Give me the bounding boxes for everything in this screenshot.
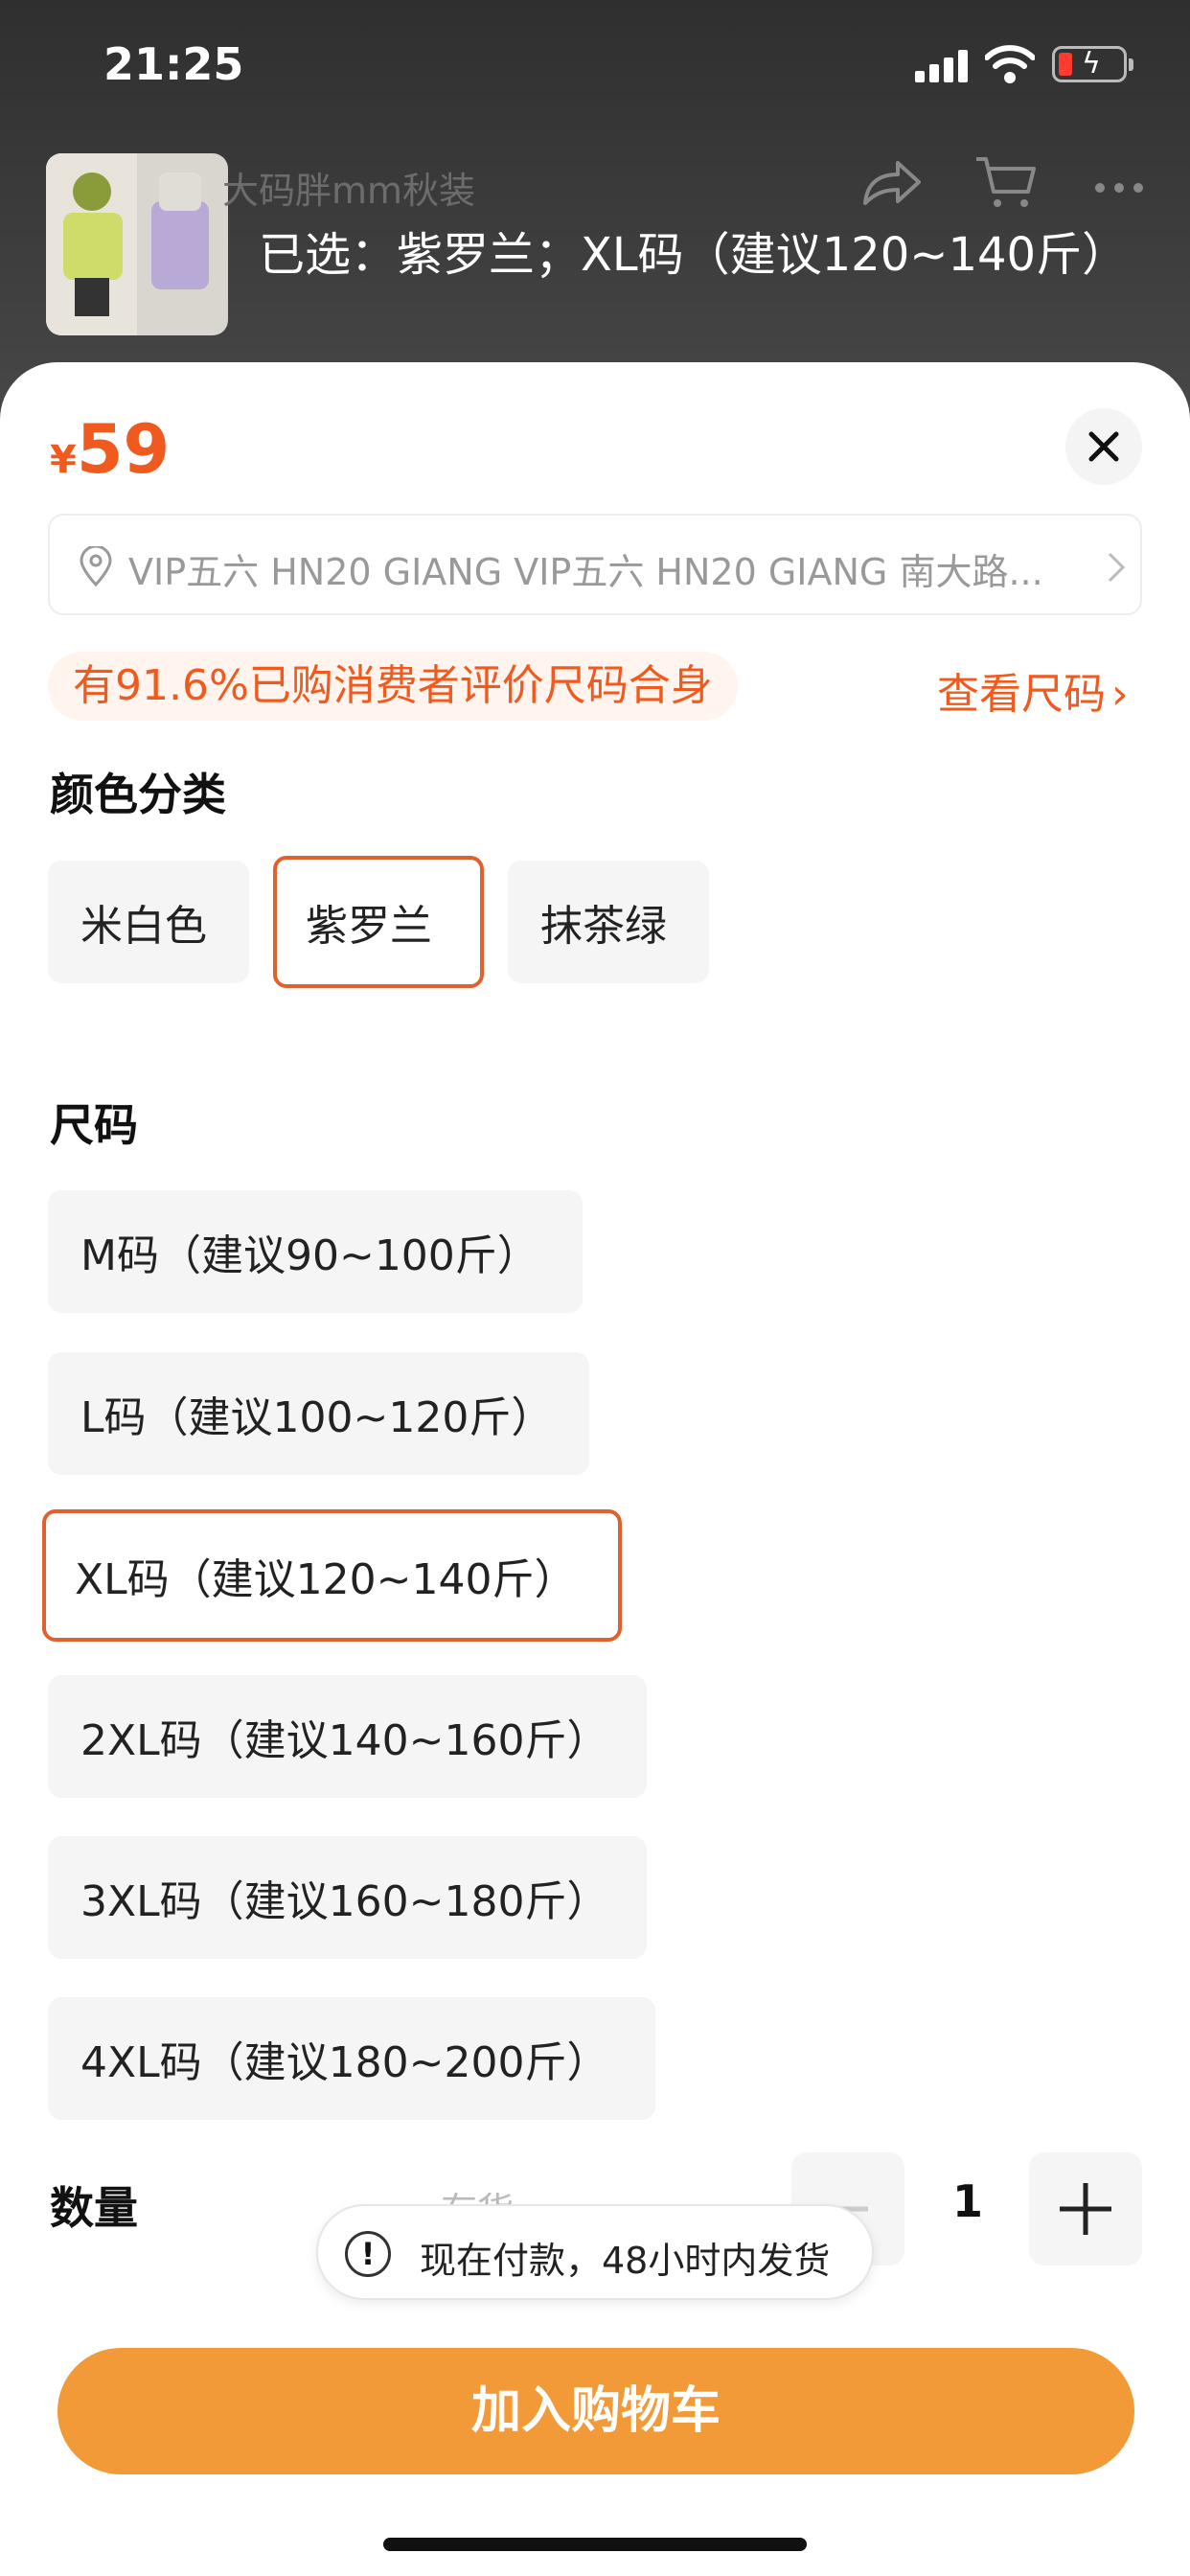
chevron-right-icon: › bbox=[1111, 670, 1129, 719]
size-option-l[interactable]: L码（建议100~120斤） bbox=[48, 1352, 589, 1475]
quantity-label: 数量 bbox=[50, 2182, 138, 2234]
close-button[interactable] bbox=[1065, 408, 1142, 485]
home-indicator bbox=[383, 2538, 807, 2551]
color-option-matcha[interactable]: 抹茶绿 bbox=[508, 861, 709, 983]
price-value: 59 bbox=[76, 410, 171, 489]
status-time: 21:25 bbox=[103, 38, 244, 90]
quantity-increase-button[interactable] bbox=[1029, 2152, 1142, 2266]
battery-icon: ϟ bbox=[1052, 46, 1133, 82]
shipping-notice-toast: ! 现在付款，48小时内发货 bbox=[316, 2204, 874, 2300]
color-option-offwhite[interactable]: 米白色 bbox=[48, 861, 249, 983]
status-bar: 21:25 ϟ bbox=[0, 0, 1190, 134]
product-title-background: 大码胖mm秋装 bbox=[222, 170, 476, 212]
add-to-cart-button[interactable]: 加入购物车 bbox=[57, 2348, 1134, 2474]
size-option-4xl[interactable]: 4XL码（建议180~200斤） bbox=[48, 1997, 655, 2120]
wifi-icon bbox=[985, 45, 1035, 83]
product-thumbnail[interactable] bbox=[46, 153, 228, 335]
sku-selection-sheet: ¥59 VIP五六 HN20 GIANG VIP五六 HN20 GIANG 南大… bbox=[0, 362, 1190, 2576]
selected-variant-text: 已选：紫罗兰；XL码（建议120~140斤） bbox=[259, 228, 1129, 282]
shipping-address-selector[interactable]: VIP五六 HN20 GIANG VIP五六 HN20 GIANG 南大路... bbox=[48, 514, 1142, 615]
exclamation-icon: ! bbox=[345, 2231, 391, 2277]
plus-icon bbox=[1060, 2183, 1111, 2235]
size-guide-label: 查看尺码 bbox=[937, 670, 1106, 719]
color-section-title: 颜色分类 bbox=[50, 769, 226, 820]
price: ¥59 bbox=[50, 410, 170, 489]
size-option-2xl[interactable]: 2XL码（建议140~160斤） bbox=[48, 1675, 647, 1798]
close-icon bbox=[1088, 431, 1119, 462]
size-guide-link[interactable]: 查看尺码 › bbox=[937, 659, 1129, 721]
price-currency: ¥ bbox=[50, 438, 77, 482]
cart-icon[interactable] bbox=[973, 153, 1040, 211]
size-option-xl[interactable]: XL码（建议120~140斤） bbox=[42, 1509, 622, 1642]
size-section-title: 尺码 bbox=[50, 1099, 138, 1151]
size-option-m[interactable]: M码（建议90~100斤） bbox=[48, 1190, 583, 1313]
more-icon[interactable] bbox=[1090, 153, 1148, 211]
location-pin-icon bbox=[80, 546, 112, 586]
share-icon[interactable] bbox=[858, 153, 925, 211]
size-fit-info: 有91.6%已购消费者评价尺码合身 bbox=[48, 652, 738, 721]
size-option-3xl[interactable]: 3XL码（建议160~180斤） bbox=[48, 1836, 647, 1959]
quantity-value: 1 bbox=[952, 2175, 984, 2227]
chevron-right-icon bbox=[1108, 552, 1126, 583]
color-option-violet[interactable]: 紫罗兰 bbox=[273, 856, 484, 988]
shipping-address-text: VIP五六 HN20 GIANG VIP五六 HN20 GIANG 南大路... bbox=[128, 551, 1043, 593]
shipping-notice-text: 现在付款，48小时内发货 bbox=[420, 2240, 831, 2282]
signal-icon bbox=[915, 50, 969, 82]
